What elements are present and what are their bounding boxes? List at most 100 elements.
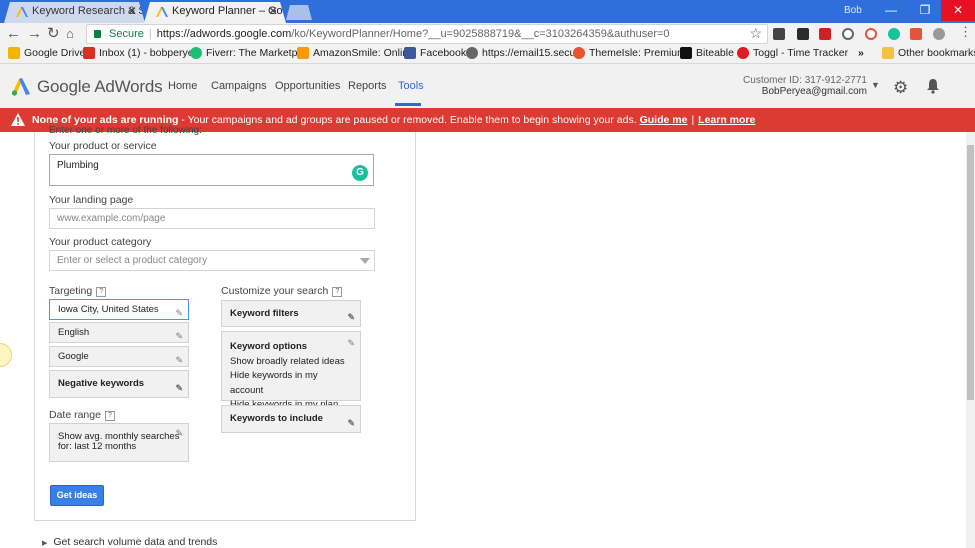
bookmark-label: Fiverr: The Marketpla (206, 47, 306, 59)
reload-icon[interactable]: ↻ (47, 24, 60, 43)
date-range-text: Date range (49, 409, 101, 421)
extension-icon[interactable] (797, 28, 809, 40)
bookmarks-bar: Google Drive Inbox (1) - bobperye Fiverr… (0, 44, 975, 64)
bookmark-item[interactable]: Facebook (404, 47, 466, 60)
forward-icon[interactable]: → (27, 24, 42, 43)
close-icon[interactable]: ✕ (127, 2, 137, 21)
bookmark-item[interactable]: Fiverr: The Marketpla (190, 47, 306, 60)
app-title: Google AdWords (37, 77, 163, 96)
help-icon[interactable]: ? (332, 287, 343, 297)
pencil-icon[interactable]: ✎ (175, 428, 183, 438)
targeting-label: Targeting? (49, 285, 107, 297)
lock-icon (94, 30, 101, 38)
bookmark-label: Facebook (420, 47, 467, 59)
bookmark-item[interactable]: Google Drive (8, 47, 85, 60)
adwords-favicon-icon (16, 7, 28, 17)
pencil-icon[interactable]: ✎ (175, 375, 183, 401)
more-bookmarks-button[interactable]: » (858, 47, 864, 60)
keyword-filters[interactable]: Keyword filters ✎ (221, 300, 361, 327)
bookmark-label: Other bookmarks (898, 47, 975, 59)
targeting-language[interactable]: English ✎ (49, 322, 189, 343)
themeisle-icon (573, 47, 585, 59)
facebook-icon (404, 47, 416, 59)
minimize-button[interactable]: — (874, 0, 908, 21)
product-input[interactable]: Plumbing (49, 154, 374, 186)
bookmark-item[interactable]: ThemeIsle: Premium (573, 47, 686, 60)
pencil-icon[interactable]: ✎ (347, 305, 355, 330)
close-icon[interactable]: ✕ (268, 2, 278, 21)
pencil-icon[interactable]: ✎ (175, 304, 183, 323)
negative-keywords[interactable]: Negative keywords ✎ (49, 370, 189, 398)
grammarly-extension-icon[interactable] (888, 28, 900, 40)
customer-id[interactable]: Customer ID: 317-912-2771 (724, 76, 867, 86)
pencil-icon[interactable]: ✎ (347, 410, 355, 436)
address-bar[interactable]: Secure | https://adwords.google.com/ko/Key… (86, 24, 768, 44)
scrollbar-thumb[interactable] (967, 145, 974, 400)
grammarly-icon[interactable]: G (352, 165, 368, 181)
extension-icon[interactable] (933, 28, 945, 40)
tab-keyword-research[interactable]: Keyword Research & Stra ✕ (4, 2, 145, 23)
nav-opportunities[interactable]: Opportunities (275, 80, 340, 92)
product-label: Your product or service (49, 140, 157, 152)
close-window-button[interactable]: ✕ (941, 0, 975, 21)
bookmark-star-icon[interactable]: ☆ (749, 24, 762, 42)
location-value: Iowa City, United States (58, 304, 159, 315)
help-icon[interactable]: ? (104, 411, 115, 421)
bookmark-item[interactable]: Inbox (1) - bobperye (83, 47, 194, 60)
biteable-icon (680, 47, 692, 59)
extension-icon[interactable] (910, 28, 922, 40)
nav-reports[interactable]: Reports (348, 80, 387, 92)
extension-icon[interactable] (819, 28, 831, 40)
extension-icon[interactable] (773, 28, 785, 40)
keyword-options[interactable]: Keyword options Show broadly related ide… (221, 331, 361, 410)
landing-page-input[interactable]: www.example.com/page (49, 208, 375, 229)
home-icon[interactable]: ⌂ (66, 24, 74, 43)
toggl-icon (737, 47, 749, 59)
back-icon[interactable]: ← (6, 24, 21, 43)
pencil-icon[interactable]: ✎ (175, 327, 183, 346)
targeting-label-text: Targeting (49, 285, 93, 297)
bookmark-label: Google Drive (24, 47, 86, 59)
chevron-down-icon[interactable]: ▼ (871, 80, 880, 90)
warning-icon (11, 113, 25, 126)
gear-icon[interactable]: ⚙ (893, 78, 908, 98)
bookmark-item[interactable]: https://email15.secur (466, 47, 579, 60)
targeting-location[interactable]: Iowa City, United States ✎ (49, 299, 189, 320)
active-tab-indicator (395, 103, 421, 106)
category-select[interactable]: Enter or select a product category (49, 250, 375, 271)
get-ideas-button[interactable]: Get ideas (50, 485, 104, 506)
tab-keyword-planner[interactable]: Keyword Planner – Goog ✕ (144, 2, 286, 23)
bookmark-label: ThemeIsle: Premium (589, 47, 686, 59)
profile-name[interactable]: Bob (844, 5, 862, 16)
pencil-icon[interactable]: ✎ (175, 351, 183, 370)
account-email[interactable]: BobPeryea@gmail.com (724, 86, 867, 97)
browser-menu-icon[interactable]: ⋮ (959, 24, 972, 40)
alert-message: - Your campaigns and ad groups are pause… (178, 114, 637, 126)
bookmark-item[interactable]: AmazonSmile: Online (297, 47, 414, 60)
targeting-network[interactable]: Google ✎ (49, 346, 189, 367)
folder-icon (882, 47, 894, 59)
extension-icon[interactable] (842, 28, 854, 40)
url-separator: | (148, 28, 152, 40)
learn-more-link[interactable]: Learn more (698, 114, 755, 126)
pencil-icon[interactable]: ✎ (347, 336, 355, 351)
other-bookmarks[interactable]: Other bookmarks (882, 47, 975, 60)
form-instructions: Enter one or more of the following: (49, 126, 202, 135)
date-range-label: Date range? (49, 409, 115, 421)
nav-tools[interactable]: Tools (398, 80, 424, 92)
search-volume-link[interactable]: ▶ Get search volume data and trends (42, 536, 217, 548)
new-tab-button[interactable] (286, 5, 312, 20)
maximize-button[interactable]: ❐ (908, 0, 942, 21)
alert-title: None of your ads are running (32, 114, 179, 126)
guide-me-link[interactable]: Guide me (640, 114, 688, 126)
bookmark-item[interactable]: Biteable (680, 47, 734, 60)
nav-campaigns[interactable]: Campaigns (211, 80, 267, 92)
keywords-to-include[interactable]: Keywords to include ✎ (221, 405, 361, 433)
extension-icon[interactable] (865, 28, 877, 40)
nav-home[interactable]: Home (168, 80, 197, 92)
bookmark-item[interactable]: Toggl - Time Tracker (737, 47, 848, 60)
help-icon[interactable]: ? (96, 287, 107, 297)
date-range-selector[interactable]: Show avg. monthly searches for: last 12 m… (49, 423, 189, 462)
bell-icon[interactable] (925, 78, 941, 94)
bookmark-label: AmazonSmile: Online (313, 47, 414, 59)
